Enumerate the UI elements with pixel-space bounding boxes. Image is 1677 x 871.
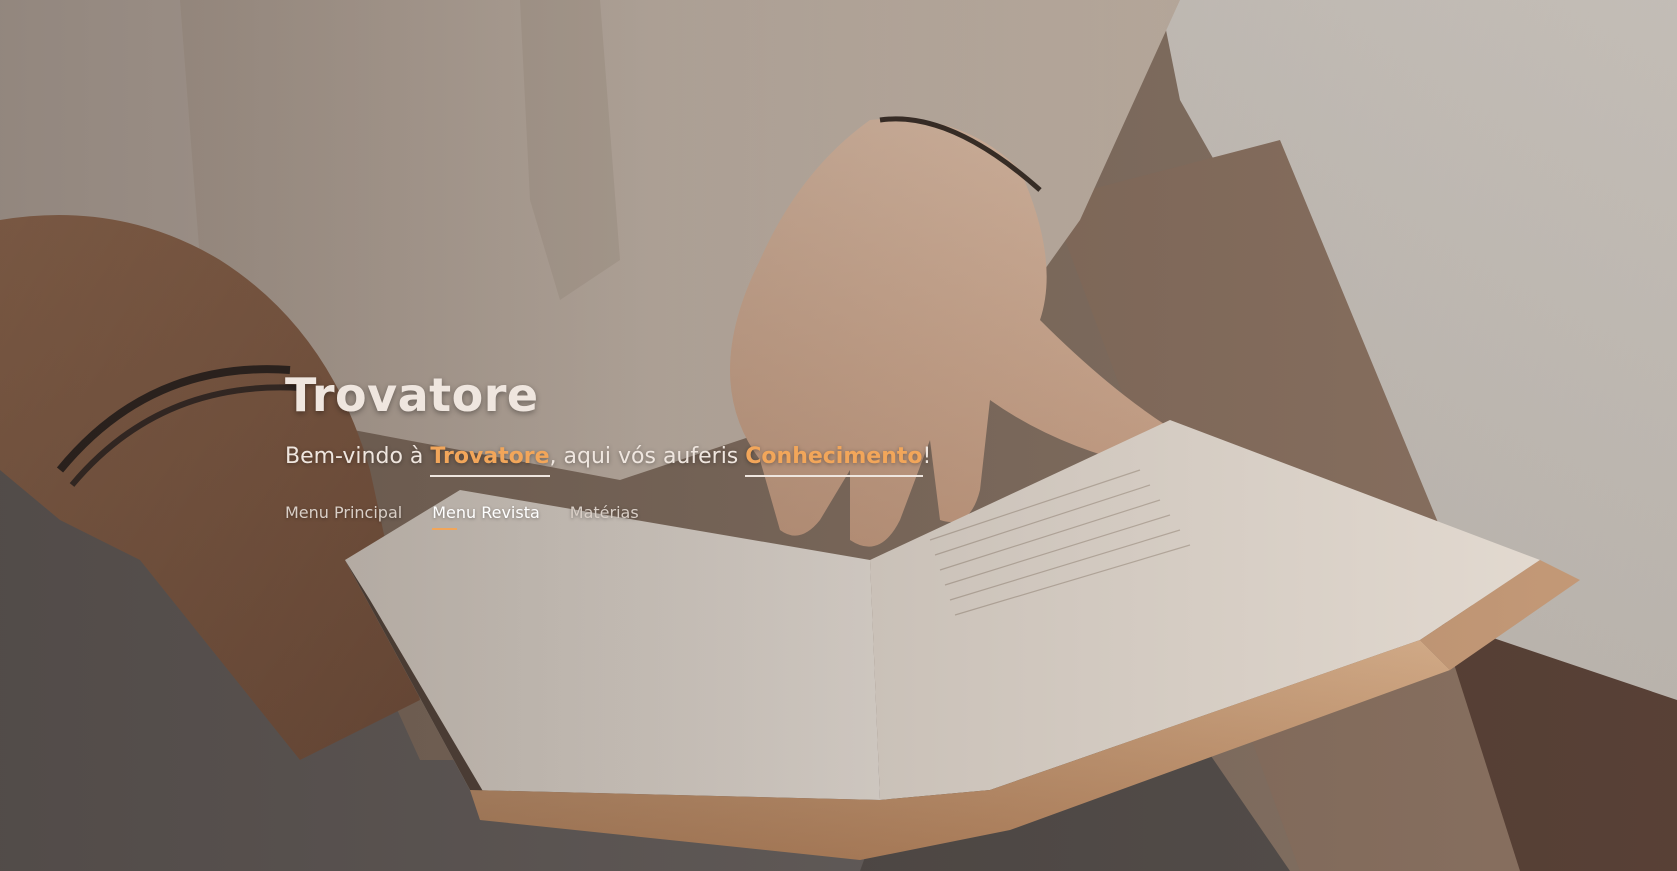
hero-section: Trovatore Bem-vindo à Trovatore, aqui vó…	[0, 0, 1677, 871]
tagline-middle: , aqui vós auferis	[549, 444, 746, 469]
nav-menu-revista[interactable]: Menu Revista	[432, 503, 540, 530]
hero-tagline: Bem-vindo à Trovatore, aqui vós auferis …	[285, 444, 932, 477]
nav-materias[interactable]: Matérias	[570, 503, 639, 522]
site-title: Trovatore	[285, 368, 539, 422]
hero-nav: Menu Principal Menu Revista Matérias	[285, 503, 931, 530]
tagline-highlight-knowledge: Conhecimento	[745, 444, 923, 477]
tagline-prefix: Bem-vindo à	[285, 444, 431, 469]
tagline-highlight-brand: Trovatore	[430, 444, 550, 477]
tagline-suffix: !	[922, 444, 932, 469]
nav-menu-principal[interactable]: Menu Principal	[285, 503, 402, 522]
hero-content: Trovatore Bem-vindo à Trovatore, aqui vó…	[285, 368, 932, 530]
